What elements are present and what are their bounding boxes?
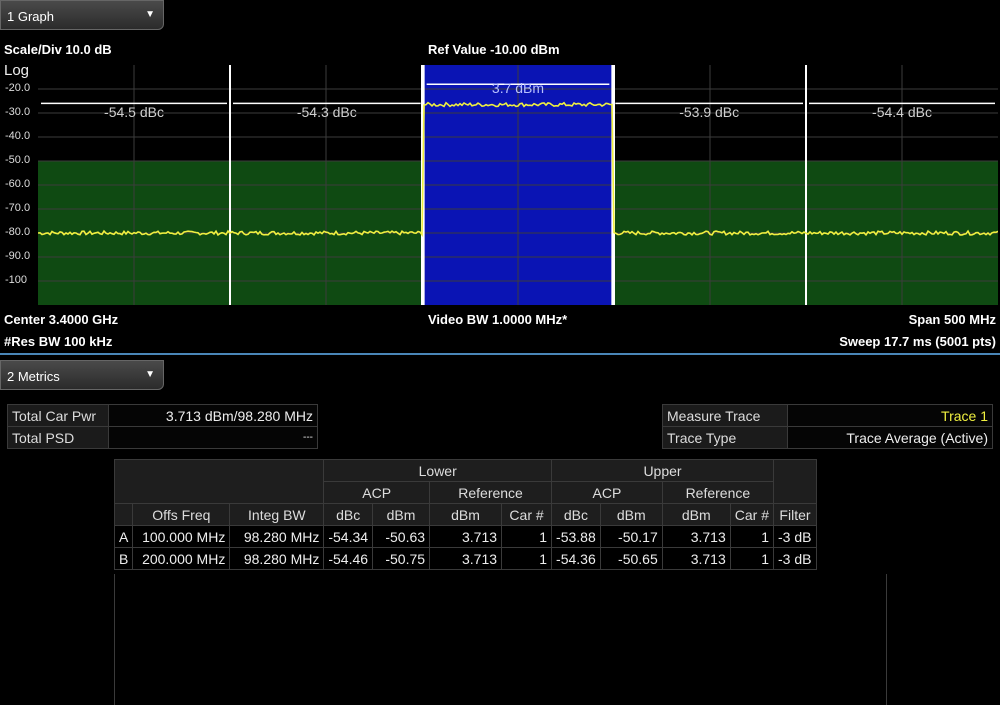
offset-dbc-annotation: -53.9 dBc xyxy=(679,104,739,120)
acp-header-row: Lower Upper xyxy=(113,459,817,504)
acp-cell: 3.713 xyxy=(429,547,503,570)
acp-cell: B xyxy=(113,547,134,570)
acp-row-b[interactable]: B 200.000 MHz 98.280 MHz -54.46 -50.75 3… xyxy=(113,547,817,570)
acp-cell: 98.280 MHz xyxy=(229,525,325,548)
res-bw-label: #Res BW 100 kHz xyxy=(4,334,113,349)
acp-filter-blank xyxy=(772,459,817,504)
acp-col-blank xyxy=(113,503,134,526)
tab-metrics-label: 2 Metrics xyxy=(7,369,60,384)
acp-cell: -50.17 xyxy=(599,525,663,548)
acp-lower-header: Lower xyxy=(323,459,553,482)
acp-col-lower-car: Car # xyxy=(501,503,553,526)
summary-table: Total Car Pwr 3.713 dBm/98.280 MHz Total… xyxy=(7,404,318,449)
acp-col-offs-freq: Offs Freq xyxy=(132,503,231,526)
acp-cell: -50.63 xyxy=(372,525,431,548)
trace-type-value[interactable]: Trace Average (Active) xyxy=(787,426,993,449)
acp-lower-acp-header: ACP xyxy=(323,481,431,504)
acp-upper-header: Upper xyxy=(551,459,774,482)
y-tick-label: -40.0 xyxy=(5,130,31,142)
dropdown-arrow-icon: ▼ xyxy=(145,369,155,380)
offset-dbc-annotation: -54.4 dBc xyxy=(872,104,932,120)
acp-cell: 1 xyxy=(501,525,553,548)
scale-div-label: Scale/Div 10.0 dB xyxy=(4,42,112,57)
acp-cell: -3 dB xyxy=(772,525,817,548)
acp-cell: 3.713 xyxy=(661,525,731,548)
y-tick-label: -100 xyxy=(5,274,28,286)
measure-trace-label: Measure Trace xyxy=(662,404,788,427)
acp-header-blank xyxy=(113,459,325,504)
acp-cell: 3.713 xyxy=(429,525,503,548)
y-tick-label: -60.0 xyxy=(5,178,31,190)
y-tick-label: -90.0 xyxy=(5,250,31,262)
total-psd-value: --- xyxy=(108,426,318,449)
acp-cell: -50.65 xyxy=(599,547,663,570)
spectrum-svg: -54.5 dBc -54.3 dBc -53.9 dBc -54.4 dBc 3.7 … xyxy=(37,65,999,305)
acp-lower-ref-header: Reference xyxy=(429,481,553,504)
acp-column-header-row: Offs Freq Integ BW dBc dBm dBm Car # dBc… xyxy=(113,503,817,526)
acp-col-lower-dbm: dBm xyxy=(372,503,431,526)
acp-cell: -54.36 xyxy=(551,547,601,570)
tab-graph-label: 1 Graph xyxy=(7,9,54,24)
acp-cell: 1 xyxy=(729,547,774,570)
offset-dbc-annotation: -54.3 dBc xyxy=(297,104,357,120)
tab-graph[interactable]: 1 Graph ▼ xyxy=(0,0,164,30)
acp-cell: -50.75 xyxy=(372,547,431,570)
summary-row: Total PSD --- xyxy=(7,426,318,449)
acp-table: Lower Upper ACP Reference ACP Reference … xyxy=(113,459,817,570)
acp-cell: 98.280 MHz xyxy=(229,547,325,570)
acp-upper-acp-header: ACP xyxy=(551,481,663,504)
video-bw-label: Video BW 1.0000 MHz* xyxy=(428,312,568,327)
trace-type-label: Trace Type xyxy=(662,426,788,449)
offset-dbc-annotation: -54.5 dBc xyxy=(104,104,164,120)
acp-cell: 200.000 MHz xyxy=(132,547,231,570)
acp-col-integ-bw: Integ BW xyxy=(229,503,325,526)
acp-col-upper-dbm: dBm xyxy=(599,503,663,526)
total-psd-label: Total PSD xyxy=(7,426,109,449)
y-tick-label: -30.0 xyxy=(5,106,31,118)
acp-cell: 100.000 MHz xyxy=(132,525,231,548)
dropdown-arrow-icon: ▼ xyxy=(145,9,155,20)
ref-value-label: Ref Value -10.00 dBm xyxy=(428,42,560,57)
trace-info-table: Measure Trace Trace 1 Trace Type Trace A… xyxy=(662,404,993,449)
acp-col-upper-ref-dbm: dBm xyxy=(661,503,731,526)
acp-cell: 1 xyxy=(729,525,774,548)
measure-trace-value[interactable]: Trace 1 xyxy=(787,404,993,427)
acp-cell: -54.46 xyxy=(323,547,374,570)
trace-info-row: Measure Trace Trace 1 xyxy=(662,404,993,427)
acp-col-lower-dbc: dBc xyxy=(323,503,374,526)
acp-col-lower-ref-dbm: dBm xyxy=(429,503,503,526)
center-freq-label: Center 3.4000 GHz xyxy=(4,312,119,327)
summary-row: Total Car Pwr 3.713 dBm/98.280 MHz xyxy=(7,404,318,427)
y-tick-label: -50.0 xyxy=(5,154,31,166)
acp-col-filter: Filter xyxy=(772,503,817,526)
y-tick-label: -70.0 xyxy=(5,202,31,214)
window-divider xyxy=(0,353,1000,355)
y-tick-label: -20.0 xyxy=(5,82,31,94)
total-car-pwr-label: Total Car Pwr xyxy=(7,404,109,427)
acp-table-empty-area xyxy=(114,574,887,705)
spectrum-graph[interactable]: -54.5 dBc -54.3 dBc -53.9 dBc -54.4 dBc 3.7 … xyxy=(37,65,999,305)
acp-cell: -54.34 xyxy=(323,525,374,548)
acp-cell: 1 xyxy=(501,547,553,570)
acp-cell: 3.713 xyxy=(661,547,731,570)
acp-cell: -3 dB xyxy=(772,547,817,570)
acp-row-a[interactable]: A 100.000 MHz 98.280 MHz -54.34 -50.63 3… xyxy=(113,525,817,548)
sweep-label: Sweep 17.7 ms (5001 pts) xyxy=(839,334,996,349)
acp-cell: -53.88 xyxy=(551,525,601,548)
trace-info-row: Trace Type Trace Average (Active) xyxy=(662,426,993,449)
carrier-power-annotation: 3.7 dBm xyxy=(492,80,544,96)
acp-col-upper-car: Car # xyxy=(729,503,774,526)
span-label: Span 500 MHz xyxy=(908,312,996,327)
acp-col-upper-dbc: dBc xyxy=(551,503,601,526)
y-tick-label: -80.0 xyxy=(5,226,31,238)
total-car-pwr-value: 3.713 dBm/98.280 MHz xyxy=(108,404,318,427)
acp-upper-ref-header: Reference xyxy=(661,481,774,504)
log-scale-label: Log xyxy=(4,62,30,79)
tab-metrics[interactable]: 2 Metrics ▼ xyxy=(0,360,164,390)
acp-cell: A xyxy=(113,525,134,548)
